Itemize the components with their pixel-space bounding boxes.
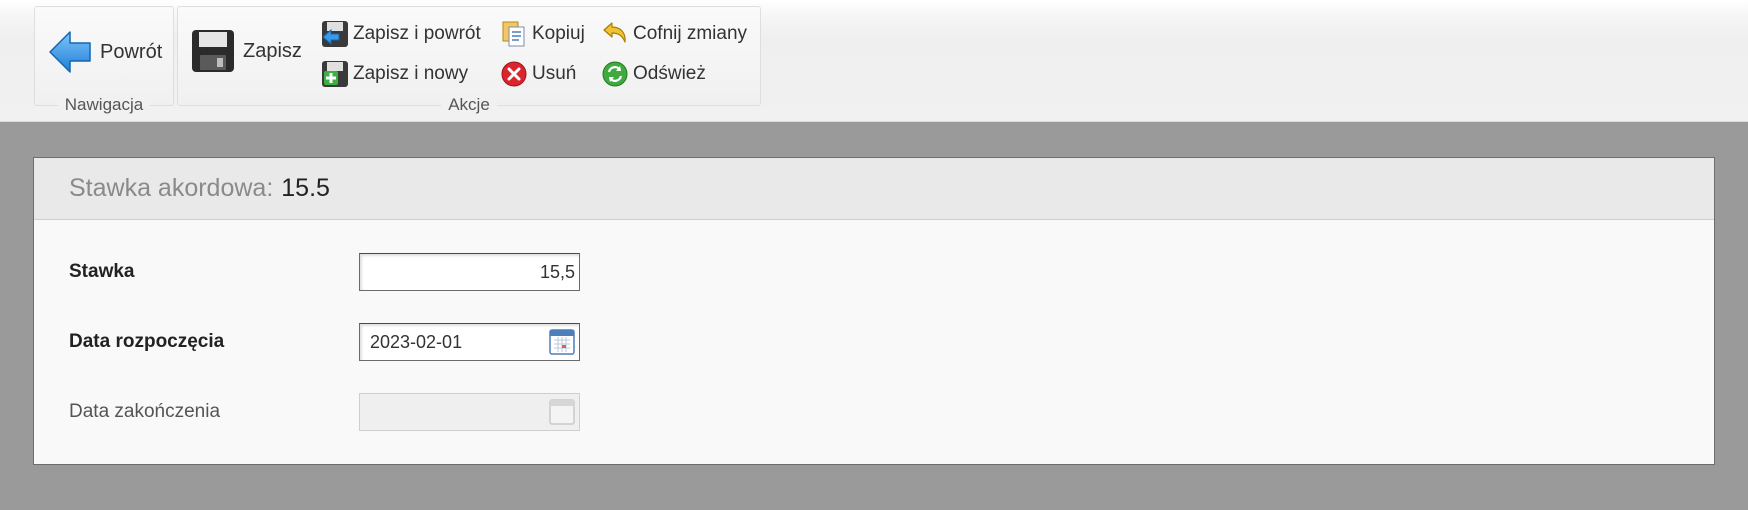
save-and-back-label: Zapisz i powrót (353, 23, 481, 44)
actions-group: Zapisz Zapisz i powrót Zapisz i nowy Kop… (177, 6, 761, 114)
copy-button[interactable]: Kopiuj (500, 20, 585, 48)
panel-title: Stawka akordowa: 15.5 (34, 158, 1714, 220)
refresh-button[interactable]: Odśwież (601, 60, 706, 88)
rate-input[interactable] (360, 254, 579, 290)
start-date-row: Data rozpoczęcia (69, 323, 580, 361)
save-and-new-button[interactable]: Zapisz i nowy (321, 60, 468, 88)
panel-title-label: Stawka akordowa: (69, 174, 274, 202)
rate-field (359, 253, 580, 291)
save-return-icon (321, 20, 349, 48)
delete-label: Usuń (532, 63, 577, 84)
floppy-disk-icon (191, 29, 235, 73)
end-date-row: Data zakończenia (69, 393, 580, 431)
end-date-field (359, 393, 580, 431)
save-new-icon (321, 60, 349, 88)
arrow-left-icon (48, 29, 92, 75)
undo-label: Cofnij zmiany (633, 23, 748, 44)
edit-panel: Stawka akordowa: 15.5 Stawka Data rozpoc… (33, 157, 1715, 465)
undo-icon (601, 20, 629, 48)
refresh-icon (601, 60, 629, 88)
refresh-label: Odśwież (633, 63, 706, 84)
start-date-label: Data rozpoczęcia (69, 331, 225, 352)
rate-label: Stawka (69, 261, 135, 282)
panel-title-value: 15.5 (281, 174, 330, 202)
calendar-icon[interactable] (547, 326, 577, 358)
copy-label: Kopiuj (532, 23, 585, 44)
save-and-new-label: Zapisz i nowy (353, 63, 469, 84)
undo-button[interactable]: Cofnij zmiany (601, 20, 747, 48)
rate-row: Stawka (69, 253, 580, 291)
navigation-group: Powrót Nawigacja (34, 6, 174, 114)
delete-icon (500, 60, 528, 88)
start-date-field (359, 323, 580, 361)
back-button-label: Powrót (100, 40, 163, 63)
end-date-label: Data zakończenia (69, 401, 221, 422)
copy-icon (500, 20, 528, 48)
calendar-icon (547, 396, 577, 428)
back-button[interactable]: Powrót (48, 29, 162, 75)
delete-button[interactable]: Usuń (500, 60, 576, 88)
actions-group-caption: Akcje (441, 96, 497, 114)
save-button-label: Zapisz (243, 39, 302, 62)
ribbon-toolbar: Powrót Nawigacja Zapisz Zapisz i powrót … (0, 0, 1748, 122)
save-and-back-button[interactable]: Zapisz i powrót (321, 20, 481, 48)
save-button[interactable]: Zapisz (191, 29, 302, 73)
navigation-group-caption: Nawigacja (57, 96, 151, 114)
